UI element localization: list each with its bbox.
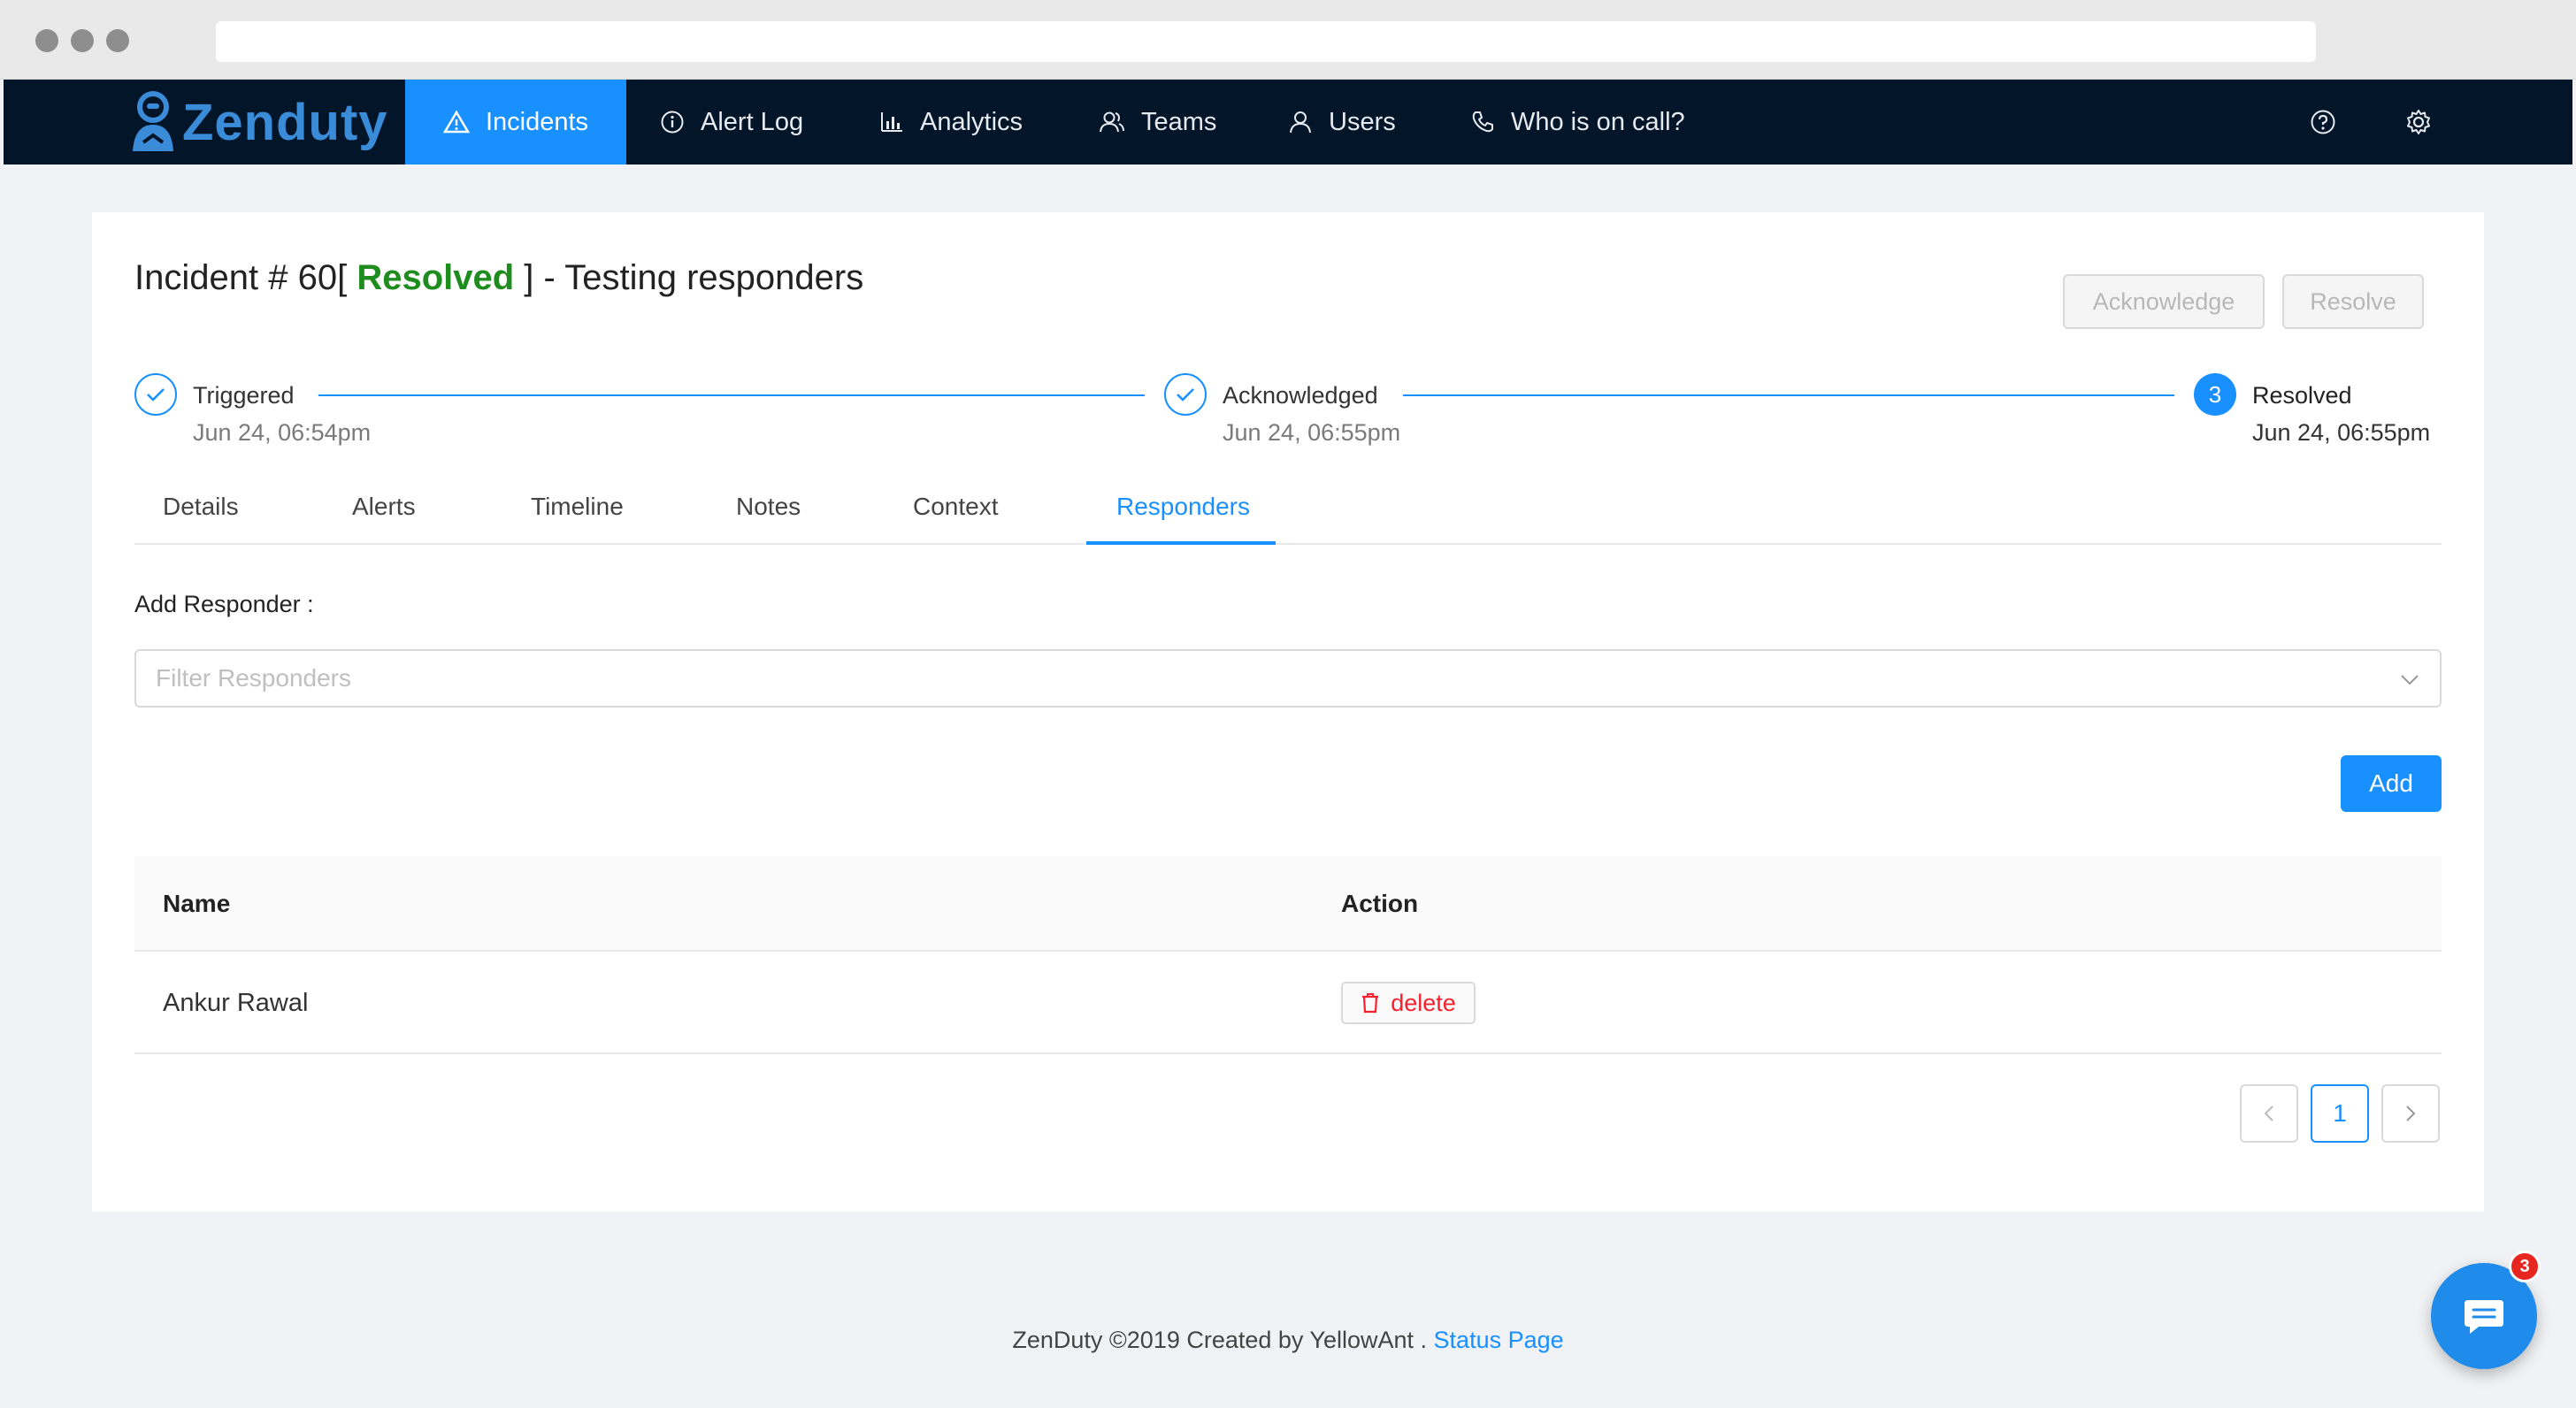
nav-item-who-is-on-call[interactable]: Who is on call? — [1470, 80, 1685, 165]
column-header-name: Name — [163, 890, 231, 917]
settings-button[interactable] — [2392, 80, 2445, 165]
nav-item-alert-log[interactable]: Alert Log — [660, 80, 803, 165]
pagination-prev-button[interactable] — [2240, 1084, 2298, 1143]
step-date-acknowledged: Jun 24, 06:55pm — [1223, 419, 1401, 446]
window-maximize-dot[interactable] — [106, 29, 129, 52]
chevron-left-icon — [2264, 1106, 2273, 1121]
pagination-page-1[interactable]: 1 — [2311, 1084, 2369, 1143]
chat-bubble-icon — [2465, 1300, 2503, 1334]
tab-context[interactable]: Context — [913, 469, 999, 545]
brand-name: Zenduty — [182, 93, 388, 151]
title-prefix: Incident # 60[ — [134, 258, 348, 297]
nav-item-teams[interactable]: Teams — [1099, 80, 1216, 165]
help-button[interactable] — [2296, 80, 2350, 165]
nav-item-label: Alert Log — [701, 107, 804, 136]
delete-responder-button[interactable]: delete — [1341, 982, 1476, 1024]
window-close-dot[interactable] — [35, 29, 58, 52]
status-label: Resolved — [356, 258, 515, 297]
resolve-button[interactable]: Resolve — [2282, 274, 2424, 329]
trash-icon — [1362, 993, 1379, 1014]
brand-logo[interactable]: Zenduty — [127, 80, 388, 165]
nav-item-label: Users — [1329, 107, 1396, 136]
incident-tabs: Details Alerts Timeline Notes Context Re… — [134, 469, 2442, 545]
step-triggered-check — [134, 373, 177, 416]
title-suffix: ] - Testing responders — [524, 258, 864, 297]
footer-text: ZenDuty ©2019 Created by YellowAnt . — [1012, 1327, 1428, 1353]
page-title: Incident # 60[ Resolved ] - Testing resp… — [134, 258, 863, 298]
nav-item-label: Who is on call? — [1511, 107, 1685, 136]
tab-responders[interactable]: Responders — [1116, 469, 1250, 545]
browser-chrome — [0, 0, 2576, 80]
tab-timeline[interactable]: Timeline — [531, 469, 624, 545]
delete-label: delete — [1391, 989, 1456, 1016]
tab-details[interactable]: Details — [163, 469, 239, 545]
logo-mascot-icon — [133, 91, 173, 151]
step-acknowledged-check — [1164, 373, 1207, 416]
filter-responders-input[interactable] — [156, 664, 2367, 693]
responder-name: Ankur Rawal — [163, 988, 309, 1017]
window-minimize-dot[interactable] — [71, 29, 94, 52]
info-icon — [661, 111, 684, 134]
nav-item-label: Analytics — [920, 107, 1024, 136]
check-icon — [147, 388, 165, 402]
gear-icon — [2407, 110, 2430, 134]
step-date-resolved: Jun 24, 06:55pm — [2252, 419, 2431, 446]
status-page-link[interactable]: Status Page — [1434, 1327, 1564, 1353]
step-connector — [1403, 394, 2174, 396]
user-icon — [1290, 111, 1311, 134]
chevron-down-icon — [2401, 675, 2419, 685]
chat-unread-badge: 3 — [2509, 1251, 2541, 1282]
question-icon — [2311, 110, 2335, 134]
nav-item-label: Incidents — [485, 107, 589, 136]
tab-alerts[interactable]: Alerts — [352, 469, 416, 545]
team-icon — [1100, 111, 1124, 133]
nav-item-incidents[interactable]: Incidents — [405, 80, 626, 165]
table-row: Ankur Rawal delete — [134, 952, 2442, 1054]
step-resolved-number: 3 — [2194, 373, 2236, 416]
phone-icon — [1472, 111, 1493, 133]
top-navigation: Zenduty Incidents Alert Log Analytics Te… — [4, 80, 2572, 165]
nav-item-analytics[interactable]: Analytics — [879, 80, 1023, 165]
step-title-resolved: Resolved — [2252, 382, 2352, 409]
warning-icon — [442, 110, 470, 134]
add-responder-button[interactable]: Add — [2341, 755, 2442, 812]
tab-notes[interactable]: Notes — [736, 469, 801, 545]
bar-chart-icon — [881, 112, 902, 132]
nav-item-users[interactable]: Users — [1288, 80, 1396, 165]
page-footer: ZenDuty ©2019 Created by YellowAnt . Sta… — [0, 1327, 2576, 1354]
pagination-next-button[interactable] — [2381, 1084, 2440, 1143]
step-title-acknowledged: Acknowledged — [1223, 382, 1378, 409]
add-responder-label: Add Responder : — [134, 591, 314, 617]
active-tab-indicator — [1086, 541, 1276, 545]
address-bar[interactable] — [216, 21, 2316, 62]
step-title-triggered: Triggered — [193, 382, 295, 409]
table-header: Name Action — [134, 856, 2442, 952]
acknowledge-button[interactable]: Acknowledge — [2063, 274, 2265, 329]
chevron-right-icon — [2406, 1106, 2416, 1121]
nav-item-label: Teams — [1141, 107, 1217, 136]
check-icon — [1177, 388, 1194, 402]
filter-responders-select[interactable] — [134, 649, 2442, 708]
column-header-action: Action — [1341, 890, 1419, 917]
step-connector — [318, 394, 1145, 396]
step-date-triggered: Jun 24, 06:54pm — [193, 419, 372, 446]
incident-card: Incident # 60[ Resolved ] - Testing resp… — [92, 212, 2484, 1212]
